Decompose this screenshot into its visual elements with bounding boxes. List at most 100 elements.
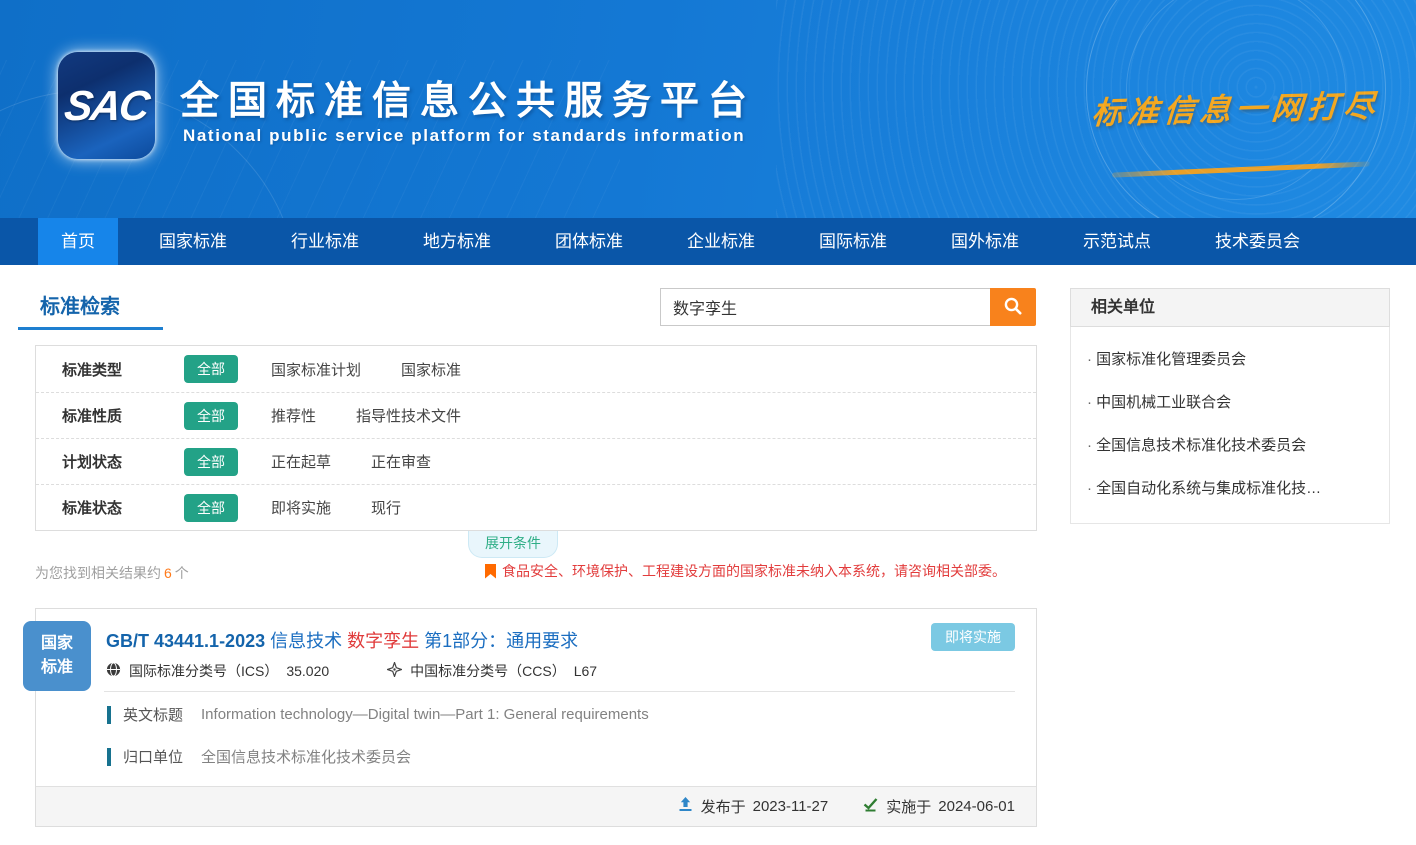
field-value: 全国信息技术标准化技术委员会 bbox=[201, 746, 411, 767]
nav-item-international-standards[interactable]: 国际标准 bbox=[796, 218, 910, 265]
english-title-row: 英文标题 Information technology—Digital twin… bbox=[107, 704, 649, 725]
ccs-label: 中国标准分类号（CCS） bbox=[410, 661, 566, 681]
filter-all-button[interactable]: 全部 bbox=[184, 402, 238, 430]
standard-title-part: 信息技术 bbox=[270, 631, 342, 651]
filter-label: 标准状态 bbox=[62, 497, 158, 518]
related-unit-link[interactable]: 中国机械工业联合会 bbox=[1071, 380, 1389, 423]
filter-option[interactable]: 推荐性 bbox=[271, 405, 316, 426]
nav-item-national-standards[interactable]: 国家标准 bbox=[136, 218, 250, 265]
classification-row: 国际标准分类号（ICS） 35.020 中国标准分类号（CCS） L67 bbox=[106, 661, 597, 681]
implemented-date: 2024-06-01 bbox=[938, 798, 1015, 815]
slogan-underline-decoration bbox=[1112, 161, 1370, 177]
filter-panel: 标准类型 全部 国家标准计划 国家标准 标准性质 全部 推荐性 指导性技术文件 … bbox=[35, 345, 1037, 531]
check-icon bbox=[862, 796, 879, 817]
nav-item-enterprise-standards[interactable]: 企业标准 bbox=[664, 218, 778, 265]
filter-label: 计划状态 bbox=[62, 451, 158, 472]
filter-row-standard-status: 标准状态 全部 即将实施 现行 bbox=[36, 484, 1036, 530]
site-subtitle: National public service platform for sta… bbox=[183, 126, 745, 146]
field-bar-decoration bbox=[107, 748, 111, 766]
filter-option[interactable]: 指导性技术文件 bbox=[356, 405, 461, 426]
sac-logo[interactable]: SAC bbox=[58, 52, 155, 159]
nav-item-technical-committee[interactable]: 技术委员会 bbox=[1192, 218, 1323, 265]
filter-all-button[interactable]: 全部 bbox=[184, 448, 238, 476]
field-value: Information technology—Digital twin—Part… bbox=[201, 706, 649, 723]
main-nav: 首页 国家标准 行业标准 地方标准 团体标准 企业标准 国际标准 国外标准 示范… bbox=[0, 218, 1416, 265]
filter-all-button[interactable]: 全部 bbox=[184, 494, 238, 522]
standard-title-highlight: 数字孪生 bbox=[347, 631, 419, 651]
banner-slogan: 标准信息一网打尽 bbox=[1090, 80, 1381, 133]
search-button[interactable] bbox=[990, 288, 1036, 326]
page-title-underline bbox=[18, 327, 163, 330]
nav-item-pilot[interactable]: 示范试点 bbox=[1060, 218, 1174, 265]
implemented-label: 实施于 bbox=[886, 796, 931, 817]
search-icon bbox=[1003, 296, 1023, 319]
filter-option[interactable]: 正在审查 bbox=[371, 451, 431, 472]
related-unit-link[interactable]: 全国自动化系统与集成标准化技… bbox=[1071, 466, 1389, 509]
published-date: 2023-11-27 bbox=[753, 798, 829, 815]
notice-text: 食品安全、环境保护、工程建设方面的国家标准未纳入本系统，请咨询相关部委。 bbox=[502, 561, 1006, 581]
search-bar bbox=[660, 288, 1036, 326]
nav-item-home[interactable]: 首页 bbox=[38, 218, 118, 265]
filter-option[interactable]: 正在起草 bbox=[271, 451, 331, 472]
filter-option[interactable]: 国家标准 bbox=[401, 359, 461, 380]
globe-icon bbox=[106, 662, 121, 680]
related-units-panel: 相关单位 国家标准化管理委员会 中国机械工业联合会 全国信息技术标准化技术委员会… bbox=[1070, 288, 1390, 524]
related-unit-link[interactable]: 国家标准化管理委员会 bbox=[1071, 337, 1389, 380]
result-count-number: 6 bbox=[164, 565, 172, 581]
system-notice: 食品安全、环境保护、工程建设方面的国家标准未纳入本系统，请咨询相关部委。 bbox=[485, 561, 1006, 581]
ccs-group: 中国标准分类号（CCS） L67 bbox=[387, 661, 597, 681]
published-label: 发布于 bbox=[701, 796, 746, 817]
status-badge: 即将实施 bbox=[931, 623, 1015, 651]
ics-label: 国际标准分类号（ICS） bbox=[129, 661, 278, 681]
related-unit-link[interactable]: 全国信息技术标准化技术委员会 bbox=[1071, 423, 1389, 466]
expand-conditions-button[interactable]: 展开条件 bbox=[468, 531, 558, 558]
filter-option[interactable]: 国家标准计划 bbox=[271, 359, 361, 380]
compass-icon bbox=[387, 662, 402, 680]
filter-label: 标准性质 bbox=[62, 405, 158, 426]
sac-logo-text: SAC bbox=[62, 82, 151, 130]
field-label: 归口单位 bbox=[123, 746, 183, 767]
related-units-list: 国家标准化管理委员会 中国机械工业联合会 全国信息技术标准化技术委员会 全国自动… bbox=[1070, 327, 1390, 524]
ccs-value: L67 bbox=[574, 663, 597, 679]
nav-item-foreign-standards[interactable]: 国外标准 bbox=[928, 218, 1042, 265]
type-badge-line1: 国家 bbox=[23, 632, 91, 656]
upload-icon bbox=[677, 796, 694, 817]
standard-result-card: 国家 标准 GB/T 43441.1-2023 信息技术 数字孪生 第1部分：通… bbox=[35, 608, 1037, 827]
page: SAC 全国标准信息公共服务平台 National public service… bbox=[0, 0, 1416, 845]
bookmark-icon bbox=[485, 564, 496, 579]
result-count-prefix: 为您找到相关结果约 bbox=[35, 565, 161, 581]
standard-type-badge[interactable]: 国家 标准 bbox=[23, 621, 91, 691]
site-title: 全国标准信息公共服务平台 bbox=[180, 70, 756, 126]
card-divider bbox=[104, 691, 1015, 692]
filter-option[interactable]: 即将实施 bbox=[271, 497, 331, 518]
filter-row-standard-type: 标准类型 全部 国家标准计划 国家标准 bbox=[36, 346, 1036, 392]
search-input[interactable] bbox=[660, 288, 990, 326]
card-footer: 发布于 2023-11-27 实施于 2024-06-01 bbox=[36, 786, 1036, 826]
globe-decoration bbox=[1126, 0, 1346, 200]
nav-item-local-standards[interactable]: 地方标准 bbox=[400, 218, 514, 265]
result-count-suffix: 个 bbox=[175, 565, 189, 581]
result-count: 为您找到相关结果约6个 bbox=[35, 563, 189, 583]
implemented-date-group: 实施于 2024-06-01 bbox=[862, 796, 1015, 817]
field-label: 英文标题 bbox=[123, 704, 183, 725]
filter-all-button[interactable]: 全部 bbox=[184, 355, 238, 383]
ics-value: 35.020 bbox=[286, 663, 329, 679]
nav-item-group-standards[interactable]: 团体标准 bbox=[532, 218, 646, 265]
field-bar-decoration bbox=[107, 706, 111, 724]
filter-row-plan-status: 计划状态 全部 正在起草 正在审查 bbox=[36, 438, 1036, 484]
related-units-title: 相关单位 bbox=[1070, 288, 1390, 327]
nav-item-industry-standards[interactable]: 行业标准 bbox=[268, 218, 382, 265]
filter-row-standard-nature: 标准性质 全部 推荐性 指导性技术文件 bbox=[36, 392, 1036, 438]
standard-code: GB/T 43441.1-2023 bbox=[106, 631, 265, 651]
page-title: 标准检索 bbox=[40, 290, 120, 319]
committee-row: 归口单位 全国信息技术标准化技术委员会 bbox=[107, 746, 411, 767]
filter-label: 标准类型 bbox=[62, 359, 158, 380]
standard-title-link[interactable]: GB/T 43441.1-2023 信息技术 数字孪生 第1部分：通用要求 bbox=[106, 627, 578, 653]
site-banner: SAC 全国标准信息公共服务平台 National public service… bbox=[0, 0, 1416, 218]
filter-option[interactable]: 现行 bbox=[371, 497, 401, 518]
globe-decoration bbox=[1086, 0, 1386, 218]
ics-group: 国际标准分类号（ICS） 35.020 bbox=[106, 661, 329, 681]
published-date-group: 发布于 2023-11-27 bbox=[677, 796, 829, 817]
type-badge-line2: 标准 bbox=[23, 656, 91, 680]
standard-title-part: 第1部分：通用要求 bbox=[424, 631, 578, 651]
